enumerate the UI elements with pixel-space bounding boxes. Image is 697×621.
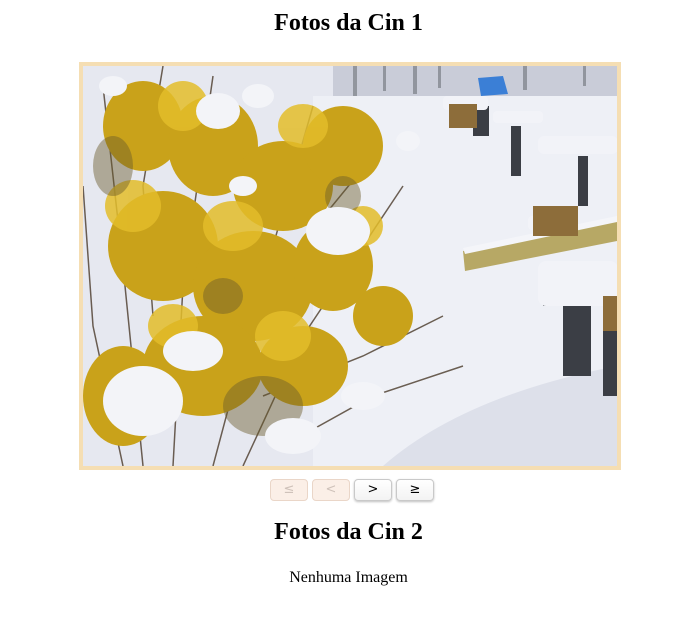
gallery-1-title: Fotos da Cin 1 (274, 10, 423, 36)
first-page-button[interactable]: ≤ (270, 479, 308, 501)
gallery-1-photo[interactable] (79, 62, 621, 470)
last-page-button[interactable]: ≥ (396, 479, 434, 501)
gallery-2-empty-message: Nenhuma Imagem (289, 569, 408, 586)
next-page-button[interactable]: > (354, 479, 392, 501)
snowy-bush-photo (83, 66, 617, 466)
previous-page-button[interactable]: < (312, 479, 350, 501)
gallery-2-title: Fotos da Cin 2 (274, 519, 423, 545)
gallery-1-pager: ≤ < > ≥ (270, 479, 434, 501)
